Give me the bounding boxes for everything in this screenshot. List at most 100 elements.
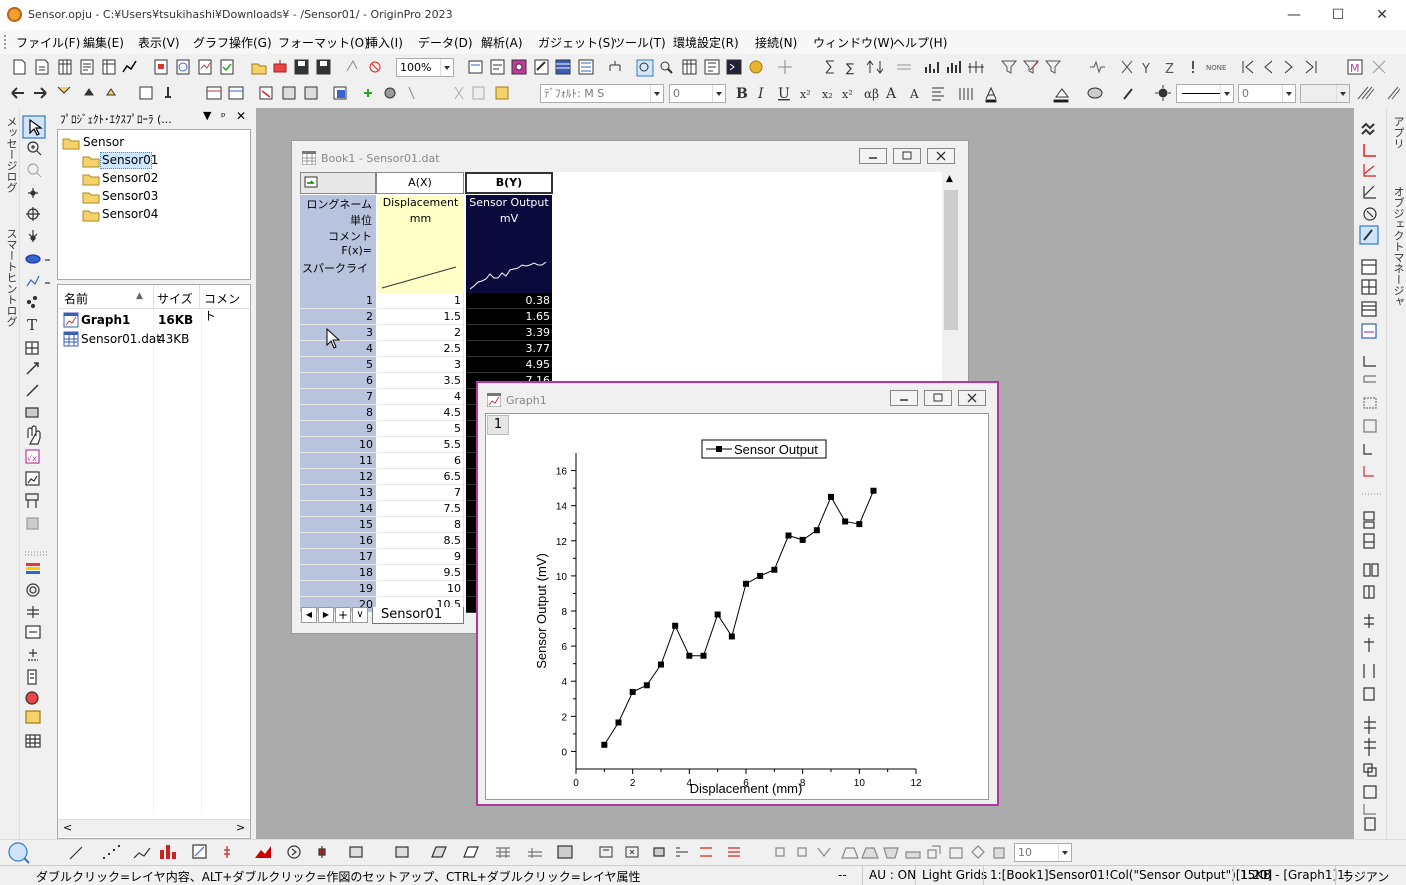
graph-minimize-button[interactable] bbox=[890, 390, 918, 406]
cell-a[interactable]: 6.5 bbox=[377, 469, 464, 485]
cell-a[interactable]: 4.5 bbox=[377, 405, 464, 421]
data-point[interactable] bbox=[672, 622, 679, 629]
cell-a[interactable]: 9.5 bbox=[377, 565, 464, 581]
project-explorer-pin-icon[interactable]: ᵖ bbox=[221, 110, 226, 123]
status-angle-unit[interactable]: ラジアン bbox=[1342, 868, 1389, 885]
graph-titlebar[interactable]: Graph1 bbox=[478, 383, 997, 413]
sheet-list-button[interactable]: ∨ bbox=[352, 607, 368, 623]
row-number[interactable]: 11 bbox=[300, 453, 376, 469]
row-number[interactable]: 1 bbox=[300, 293, 376, 309]
menu-tools[interactable]: ツール(T) bbox=[613, 34, 666, 51]
row-number[interactable]: 17 bbox=[300, 549, 376, 565]
data-point[interactable] bbox=[601, 741, 608, 748]
menu-format[interactable]: フォーマット(O) bbox=[278, 34, 369, 51]
cell-a[interactable]: 8 bbox=[377, 517, 464, 533]
cell-a[interactable]: 2.5 bbox=[377, 341, 464, 357]
project-explorer-menu-icon[interactable]: ▼ bbox=[203, 109, 211, 122]
cell-a[interactable]: 3.5 bbox=[377, 373, 464, 389]
tree-folder-sensor01[interactable]: Sensor01 bbox=[100, 152, 158, 169]
cell-b[interactable]: 3.39 bbox=[466, 325, 552, 341]
status-autoupdate[interactable]: AU : ON bbox=[869, 868, 916, 882]
sheet-nav-next[interactable]: ▶ bbox=[318, 607, 334, 623]
tools-palette[interactable]: T √x bbox=[20, 108, 57, 768]
data-point[interactable] bbox=[629, 688, 636, 695]
pattern-icons[interactable] bbox=[1354, 81, 1406, 106]
data-point[interactable] bbox=[743, 580, 749, 587]
menu-file[interactable]: ファイル(F) bbox=[16, 34, 80, 51]
series-line-sensor-output[interactable] bbox=[603, 490, 874, 746]
cell-a[interactable]: 4 bbox=[377, 389, 464, 405]
tree-folder-sensor03[interactable]: Sensor03 bbox=[102, 189, 158, 203]
data-point[interactable] bbox=[771, 566, 778, 573]
data-point[interactable] bbox=[728, 633, 735, 640]
line-style-select[interactable] bbox=[1176, 84, 1234, 103]
project-explorer-close-icon[interactable]: ✕ bbox=[236, 109, 246, 123]
scroll-up-icon[interactable]: ▲ bbox=[946, 174, 953, 184]
menu-connectivity[interactable]: 接続(N) bbox=[755, 34, 797, 51]
cell-a[interactable]: 8.5 bbox=[377, 533, 464, 549]
row-number[interactable]: 2 bbox=[300, 309, 376, 325]
row-number[interactable]: 8 bbox=[300, 405, 376, 421]
data-point[interactable] bbox=[785, 532, 792, 539]
menu-view[interactable]: 表示(V) bbox=[138, 34, 180, 51]
graph-page[interactable]: 1 0 2 4 6 8 10 12 0 2 4 6 8 10 12 14 16 Displacement (m… bbox=[485, 413, 989, 800]
menu-preferences[interactable]: 環境設定(R) bbox=[673, 34, 739, 51]
col-header-size[interactable]: サイズ bbox=[157, 290, 193, 307]
sheet-tab-sensor01[interactable]: Sensor01 bbox=[372, 607, 464, 624]
message-log-tab[interactable]: メッセージログ bbox=[3, 116, 19, 193]
data-point[interactable] bbox=[870, 487, 877, 494]
row-number[interactable]: 15 bbox=[300, 517, 376, 533]
tree-folder-sensor02[interactable]: Sensor02 bbox=[102, 171, 158, 185]
row-label-units[interactable]: 単位 bbox=[302, 212, 372, 228]
table-row[interactable]: 2 1.5 1.65 bbox=[300, 309, 553, 325]
cell-a[interactable]: 7 bbox=[377, 485, 464, 501]
cell-a[interactable]: 9 bbox=[377, 549, 464, 565]
cell-a[interactable]: 7.5 bbox=[377, 501, 464, 517]
workbook-restore-button[interactable] bbox=[893, 148, 921, 164]
data-point[interactable] bbox=[615, 719, 622, 726]
data-point[interactable] bbox=[856, 521, 863, 528]
cell-b[interactable]: 4.95 bbox=[466, 357, 552, 373]
zoom-select[interactable]: 100% bbox=[396, 58, 454, 77]
status-grids[interactable]: Light Grids bbox=[922, 868, 987, 882]
plot-type-icons[interactable] bbox=[0, 840, 1016, 865]
table-row[interactable]: 5 3 4.95 bbox=[300, 357, 553, 373]
cell-b[interactable]: 0.38 bbox=[466, 293, 552, 309]
column-header-a[interactable]: A(X) bbox=[376, 172, 464, 194]
sheet-add-button[interactable]: + bbox=[335, 607, 351, 623]
list-item-sensor01-dat[interactable]: Sensor01.dat 43KB bbox=[58, 331, 250, 349]
cell-a[interactable]: 5.5 bbox=[377, 437, 464, 453]
row-number[interactable]: 10 bbox=[300, 437, 376, 453]
long-name-b[interactable]: Sensor Output bbox=[466, 196, 552, 209]
apps-tab[interactable]: アプリ bbox=[1390, 116, 1406, 149]
menu-window[interactable]: ウィンドウ(W) bbox=[813, 34, 894, 51]
cell-b[interactable]: 1.65 bbox=[466, 309, 552, 325]
worksheet-corner[interactable] bbox=[300, 172, 376, 194]
data-point[interactable] bbox=[757, 572, 764, 579]
row-number[interactable]: 12 bbox=[300, 469, 376, 485]
row-number[interactable]: 14 bbox=[300, 501, 376, 517]
graph-restore-button[interactable] bbox=[924, 390, 952, 406]
object-manager-tab[interactable]: オブジェクトマネージャ bbox=[1390, 186, 1406, 307]
workbook-titlebar[interactable]: Book1 - Sensor01.dat bbox=[292, 141, 968, 171]
unit-b[interactable]: mV bbox=[466, 212, 552, 225]
menu-gadgets[interactable]: ガジェット(S) bbox=[538, 34, 615, 51]
table-row[interactable]: 1 1 0.38 bbox=[300, 293, 553, 309]
scroll-right-icon[interactable]: > bbox=[236, 821, 245, 834]
x-axis-title[interactable]: Displacement (mm) bbox=[690, 781, 803, 796]
right-tools-palette[interactable] bbox=[1356, 108, 1386, 838]
scroll-thumb[interactable] bbox=[944, 190, 958, 330]
menu-data[interactable]: データ(D) bbox=[418, 34, 473, 51]
legend[interactable]: Sensor Output bbox=[701, 439, 827, 459]
color-select[interactable] bbox=[1300, 84, 1350, 103]
column-header-b[interactable]: B(Y) bbox=[465, 172, 553, 194]
workbook-minimize-button[interactable] bbox=[859, 148, 887, 164]
row-number[interactable]: 6 bbox=[300, 373, 376, 389]
row-number[interactable]: 16 bbox=[300, 533, 376, 549]
col-header-name[interactable]: 名前 bbox=[64, 290, 88, 307]
origin-app-icon[interactable] bbox=[7, 7, 22, 22]
cell-b[interactable]: 3.77 bbox=[466, 341, 552, 357]
cell-a[interactable]: 3 bbox=[377, 357, 464, 373]
sheet-menu-icon[interactable] bbox=[304, 175, 320, 191]
format-toolbar-icons[interactable] bbox=[0, 81, 540, 106]
